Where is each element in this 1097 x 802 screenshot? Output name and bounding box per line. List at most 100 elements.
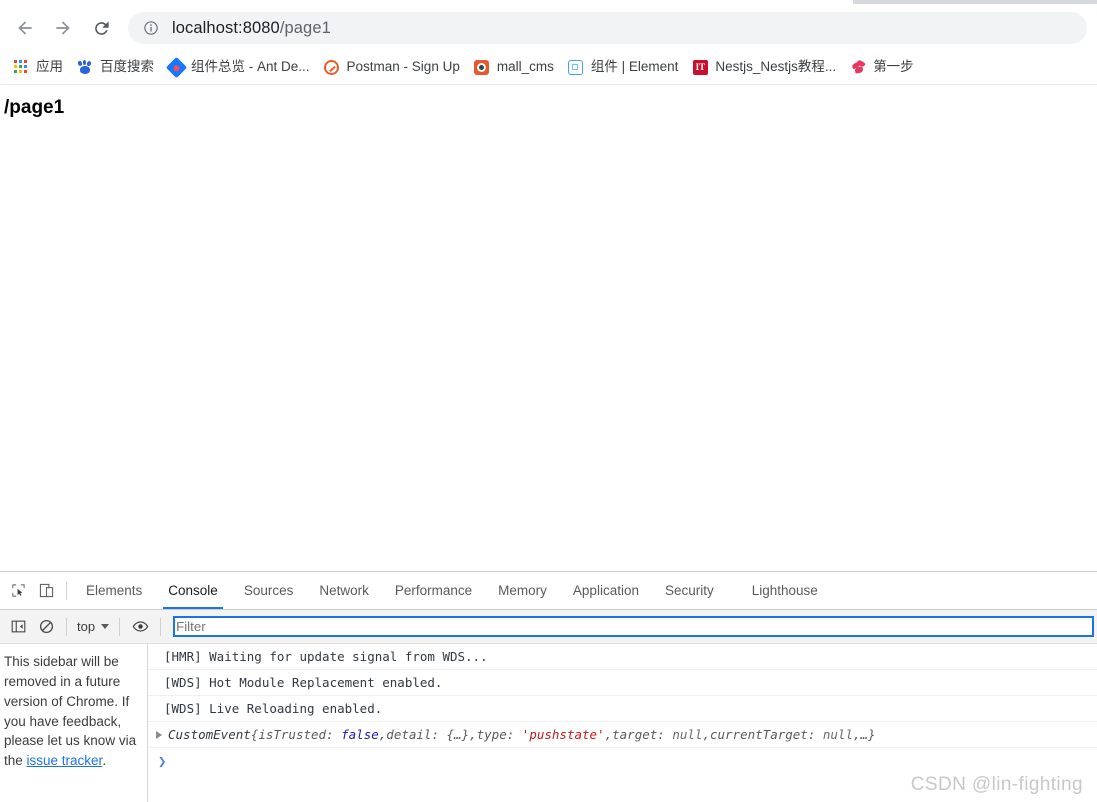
tab-network[interactable]: Network	[306, 573, 382, 609]
toolbar-divider	[66, 617, 67, 636]
clear-console-icon	[39, 619, 53, 634]
tab-label: Elements	[86, 583, 143, 598]
bookmark-label: 组件 | Element	[590, 59, 679, 75]
back-button[interactable]	[8, 11, 42, 45]
execution-context-selector[interactable]: top	[73, 616, 113, 638]
tab-label: Security	[664, 583, 714, 598]
console-message-text: [WDS] Hot Module Replacement enabled.	[164, 675, 443, 690]
bookmark-label: 应用	[36, 59, 63, 75]
tab-console[interactable]: Console	[155, 573, 231, 609]
console-message-text: [HMR] Waiting for update signal from WDS…	[164, 649, 488, 664]
tab-security[interactable]: Security	[652, 573, 727, 609]
object-prop-value: 'pushstate'	[521, 727, 605, 742]
tab-label: Console	[168, 583, 218, 598]
address-bar-text: localhost:8080/page1	[172, 19, 331, 38]
tab-label: Performance	[394, 583, 473, 598]
bookmarks-bar: 应用 百度搜索 组件总览 - Ant De... Postman - Sign …	[0, 50, 1097, 85]
page-title: /page1	[4, 97, 65, 118]
bookmark-first-step[interactable]: 第一步	[843, 54, 921, 80]
object-ellipsis: …}	[860, 727, 876, 742]
devtools-panel: Elements Console Sources Network Perform…	[0, 571, 1097, 802]
toolbar-divider	[119, 617, 121, 636]
tab-label: Network	[319, 583, 369, 598]
devtools-tab-bar: Elements Console Sources Network Perform…	[0, 572, 1097, 610]
toolbar-divider	[160, 617, 162, 636]
tab-sources[interactable]: Sources	[231, 573, 307, 609]
bookmark-label: mall_cms	[496, 59, 554, 75]
console-sidebar-notice: This sidebar will be removed in a future…	[0, 644, 148, 802]
object-prop-key: type:	[476, 727, 515, 742]
site-info-icon[interactable]	[142, 19, 160, 37]
object-prop-key: currentTarget:	[709, 727, 816, 742]
element-ui-icon	[568, 59, 584, 75]
device-toolbar-button[interactable]	[32, 577, 60, 605]
object-prop-sep: ,	[604, 727, 613, 742]
console-message[interactable]: [WDS] Live Reloading enabled.	[148, 696, 1097, 722]
bookmark-postman[interactable]: Postman - Sign Up	[317, 54, 467, 80]
console-message[interactable]: [WDS] Hot Module Replacement enabled.	[148, 670, 1097, 696]
console-filter-input[interactable]	[173, 616, 1094, 637]
tab-elements[interactable]: Elements	[73, 573, 155, 609]
arrow-left-icon	[18, 21, 32, 35]
bookmark-element[interactable]: 组件 | Element	[561, 54, 686, 80]
eye-icon	[132, 621, 148, 632]
info-circle-icon	[144, 21, 158, 35]
url-path: /page1	[279, 18, 331, 37]
object-open-brace: {	[250, 727, 259, 742]
console-message[interactable]: [HMR] Waiting for update signal from WDS…	[148, 644, 1097, 670]
console-sidebar-toggle-button[interactable]	[4, 613, 32, 641]
postman-icon	[324, 59, 340, 75]
bookmark-label: Postman - Sign Up	[346, 59, 460, 75]
browser-toolbar: localhost:8080/page1	[0, 6, 1097, 50]
object-prop-value: false	[341, 727, 379, 742]
tab-label: Lighthouse	[751, 583, 818, 598]
tab-application[interactable]: Application	[560, 573, 652, 609]
inspect-element-icon	[11, 584, 25, 597]
tab-label: Sources	[243, 583, 294, 598]
object-prop-key: isTrusted:	[258, 727, 334, 742]
console-message-list: [HMR] Waiting for update signal from WDS…	[148, 644, 1097, 802]
device-toolbar-icon	[39, 583, 53, 598]
baidu-icon	[77, 59, 93, 75]
page-viewport: /page1	[0, 85, 1097, 571]
object-prop-sep: ,	[469, 727, 477, 742]
console-message-text: [WDS] Live Reloading enabled.	[164, 701, 383, 716]
arrow-right-icon	[56, 21, 70, 35]
reload-button[interactable]	[84, 11, 118, 45]
execution-context-label: top	[77, 619, 96, 634]
live-expression-button[interactable]	[126, 613, 154, 641]
object-prop-key: target:	[612, 727, 665, 742]
bookmark-ant-design[interactable]: 组件总览 - Ant De...	[161, 54, 317, 80]
bookmark-label: 第一步	[873, 59, 914, 75]
expand-triangle-icon[interactable]	[156, 730, 162, 739]
sidebar-notice-text: This sidebar will be removed in a future…	[4, 654, 137, 769]
tab-lighthouse[interactable]: Lighthouse	[739, 573, 831, 609]
issue-tracker-link[interactable]: issue tracker	[27, 753, 103, 768]
inspect-element-button[interactable]	[4, 577, 32, 605]
console-object-message[interactable]: CustomEvent {isTrusted: false, detail: {…	[148, 722, 1097, 748]
nestjs-icon: IT	[692, 59, 708, 75]
console-toolbar: top	[0, 610, 1097, 644]
ribbon-icon	[850, 58, 866, 75]
forward-button[interactable]	[46, 11, 80, 45]
console-body: This sidebar will be removed in a future…	[0, 644, 1097, 802]
clear-console-button[interactable]	[32, 613, 60, 641]
apps-grid-icon	[13, 59, 29, 75]
object-prop-sep: ,	[852, 727, 861, 742]
tab-strip-background	[853, 0, 1097, 4]
prompt-chevron-icon: ❯	[158, 753, 167, 770]
address-bar[interactable]: localhost:8080/page1	[128, 12, 1087, 44]
chevron-down-icon	[101, 624, 110, 629]
tab-memory[interactable]: Memory	[485, 573, 560, 609]
object-prop-key: detail:	[386, 727, 439, 742]
console-prompt[interactable]: ❯	[148, 748, 1097, 775]
bookmark-mall-cms[interactable]: mall_cms	[467, 54, 561, 80]
bookmark-baidu[interactable]: 百度搜索	[70, 54, 161, 80]
bookmark-nestjs[interactable]: IT Nestjs_Nestjs教程...	[685, 54, 843, 80]
bookmark-label: 百度搜索	[100, 59, 154, 75]
tab-performance[interactable]: Performance	[382, 573, 485, 609]
object-prop-sep: ,	[702, 727, 710, 742]
object-prop-sep: ,	[378, 727, 387, 742]
bookmark-apps[interactable]: 应用	[6, 54, 70, 80]
ant-design-icon	[165, 56, 187, 78]
